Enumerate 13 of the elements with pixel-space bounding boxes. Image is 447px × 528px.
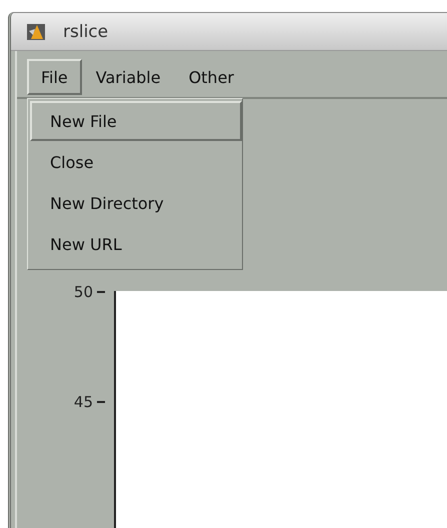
menu-bar-item[interactable]: Other [174, 59, 248, 95]
app-icon [27, 22, 45, 40]
menu-item[interactable]: Close [30, 142, 242, 182]
menu-item[interactable]: New URL [30, 224, 242, 264]
window-title: rslice [63, 22, 108, 42]
menu-bar-item[interactable]: File [27, 59, 82, 95]
menu-item[interactable]: New File [30, 101, 242, 141]
axis-tick-label: 50 [72, 283, 93, 301]
axis-tick-label: 45 [72, 393, 93, 411]
axis-tick-mark [97, 401, 105, 403]
menu-item[interactable]: New Directory [30, 183, 242, 223]
menu-bar-item[interactable]: Variable [82, 59, 175, 95]
axis-tick-mark [97, 291, 105, 293]
